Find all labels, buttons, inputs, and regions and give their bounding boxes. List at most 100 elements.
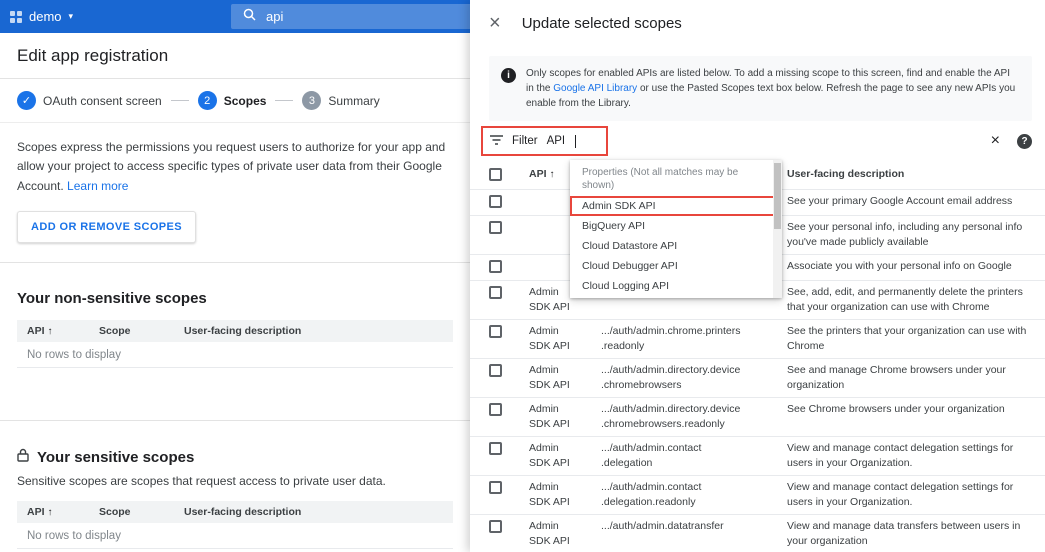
row-checkbox[interactable] bbox=[489, 195, 502, 208]
column-description: User-facing description bbox=[184, 506, 443, 518]
dropdown-item[interactable]: Cloud Datastore API bbox=[570, 236, 782, 256]
scope-description: Associate you with your personal info on… bbox=[779, 259, 1033, 274]
scope-line-2: .readonly bbox=[601, 339, 779, 354]
learn-more-link[interactable]: Learn more bbox=[67, 179, 128, 193]
lock-icon bbox=[17, 448, 29, 466]
scrollbar-thumb[interactable] bbox=[774, 163, 781, 229]
scope-description: View and manage contact delegation setti… bbox=[779, 441, 1033, 471]
clear-filter-icon[interactable]: × bbox=[991, 133, 1000, 149]
dropdown-item[interactable]: Admin SDK API bbox=[570, 196, 782, 216]
filter-input[interactable]: Filter API bbox=[481, 126, 608, 156]
row-checkbox[interactable] bbox=[489, 403, 502, 416]
row-checkbox[interactable] bbox=[489, 221, 502, 234]
step-summary[interactable]: 3 Summary bbox=[302, 91, 379, 110]
column-api[interactable]: API↑ bbox=[27, 506, 99, 518]
sensitive-scopes-table: API↑ Scope User-facing description No ro… bbox=[17, 501, 453, 549]
scope-api: Admin SDK API bbox=[529, 480, 601, 510]
scope-line-2: .chromebrowsers.readonly bbox=[601, 417, 779, 432]
column-scope: Scope bbox=[99, 325, 184, 337]
scope-description: See and manage Chrome browsers under you… bbox=[779, 363, 1033, 393]
select-all-checkbox[interactable] bbox=[489, 168, 502, 181]
filter-label: Filter bbox=[512, 135, 538, 147]
scope-value: .../auth/admin.datatransfer bbox=[601, 519, 779, 534]
scope-line-1: .../auth/admin.datatransfer bbox=[601, 519, 779, 534]
panel-title: Update selected scopes bbox=[522, 15, 682, 32]
step-done-check-icon: ✓ bbox=[17, 91, 36, 110]
scope-description: See, add, edit, and permanently delete t… bbox=[779, 285, 1033, 315]
row-checkbox[interactable] bbox=[489, 286, 502, 299]
scope-line-1: .../auth/admin.chrome.printers bbox=[601, 324, 779, 339]
dropdown-item[interactable]: Cloud Trace API bbox=[570, 296, 782, 298]
table-row: Admin SDK API .../auth/admin.chrome.prin… bbox=[470, 320, 1045, 359]
scope-description: See your personal info, including any pe… bbox=[779, 220, 1033, 250]
scope-value: .../auth/admin.chrome.printers .readonly bbox=[601, 324, 779, 354]
scope-line-1: .../auth/admin.directory.device bbox=[601, 363, 779, 378]
sort-ascending-icon: ↑ bbox=[550, 167, 555, 182]
divider bbox=[0, 420, 470, 421]
info-icon: i bbox=[501, 68, 516, 83]
row-checkbox[interactable] bbox=[489, 325, 502, 338]
step-oauth-consent-screen[interactable]: ✓ OAuth consent screen bbox=[17, 91, 162, 110]
screen: demo ▾ api Edit app registration ✓ OAuth… bbox=[0, 0, 1045, 552]
step-label: Scopes bbox=[224, 94, 267, 108]
table-header: API↑ Scope User-facing description bbox=[17, 320, 453, 342]
dropdown-item[interactable]: Cloud Debugger API bbox=[570, 256, 782, 276]
sensitive-scopes-title-text: Your sensitive scopes bbox=[37, 449, 194, 466]
intro-text: Scopes express the permissions you reque… bbox=[17, 138, 453, 196]
scope-line-1: .../auth/admin.directory.device bbox=[601, 402, 779, 417]
google-api-library-link[interactable]: Google API Library bbox=[553, 83, 637, 94]
table-row: Admin SDK API .../auth/admin.directory.d… bbox=[470, 359, 1045, 398]
dropdown-header: Properties (Not all matches may be shown… bbox=[570, 160, 782, 196]
column-description: User-facing description bbox=[779, 167, 1033, 182]
row-checkbox[interactable] bbox=[489, 481, 502, 494]
dropdown-item[interactable]: BigQuery API bbox=[570, 216, 782, 236]
dropdown-item[interactable]: Cloud Logging API bbox=[570, 276, 782, 296]
table-row: Admin SDK API .../auth/admin.directory.d… bbox=[470, 398, 1045, 437]
step-scopes[interactable]: 2 Scopes bbox=[198, 91, 267, 110]
sensitive-scopes-subtitle: Sensitive scopes are scopes that request… bbox=[17, 474, 453, 488]
filter-row: Filter API × ? bbox=[470, 121, 1045, 161]
page-title: Edit app registration bbox=[17, 46, 168, 66]
filter-icon bbox=[490, 132, 503, 150]
scope-line-1: .../auth/admin.contact bbox=[601, 480, 779, 495]
close-icon[interactable]: × bbox=[489, 13, 501, 33]
filter-dropdown-list: Admin SDK APIBigQuery APICloud Datastore… bbox=[570, 196, 782, 298]
dropdown-scrollbar[interactable] bbox=[773, 160, 782, 298]
chevron-down-icon: ▾ bbox=[69, 11, 74, 22]
scope-api: Admin SDK API bbox=[529, 402, 601, 432]
panel-header: × Update selected scopes bbox=[470, 0, 1045, 46]
row-checkbox[interactable] bbox=[489, 260, 502, 273]
project-picker[interactable]: demo ▾ bbox=[0, 9, 87, 24]
sort-ascending-icon: ↑ bbox=[48, 326, 53, 337]
scope-value: .../auth/admin.contact .delegation bbox=[601, 441, 779, 471]
scope-value: .../auth/admin.directory.device .chromeb… bbox=[601, 402, 779, 432]
sort-ascending-icon: ↑ bbox=[48, 507, 53, 518]
step-number: 3 bbox=[302, 91, 321, 110]
scope-api: Admin SDK API bbox=[529, 519, 601, 549]
scope-api: Admin SDK API bbox=[529, 363, 601, 393]
project-logo-icon bbox=[10, 11, 22, 23]
row-checkbox[interactable] bbox=[489, 442, 502, 455]
scope-api: Admin SDK API bbox=[529, 324, 601, 354]
column-api[interactable]: API↑ bbox=[27, 325, 99, 337]
table-row: Admin SDK API .../auth/admin.contact .de… bbox=[470, 476, 1045, 515]
step-number: 2 bbox=[198, 91, 217, 110]
empty-row: No rows to display bbox=[17, 342, 453, 368]
help-icon[interactable]: ? bbox=[1017, 134, 1032, 149]
scope-description: See your primary Google Account email ad… bbox=[779, 194, 1033, 209]
divider bbox=[0, 262, 470, 263]
row-checkbox[interactable] bbox=[489, 520, 502, 533]
step-divider bbox=[171, 100, 189, 101]
topbar: demo ▾ api bbox=[0, 0, 470, 33]
page-header: Edit app registration bbox=[0, 33, 470, 79]
row-checkbox[interactable] bbox=[489, 364, 502, 377]
scope-api: Admin SDK API bbox=[529, 441, 601, 471]
sensitive-scopes-title: Your sensitive scopes bbox=[17, 448, 453, 466]
scope-line-1: .../auth/admin.contact bbox=[601, 441, 779, 456]
search-input[interactable]: api bbox=[231, 4, 470, 29]
add-or-remove-scopes-button[interactable]: ADD OR REMOVE SCOPES bbox=[17, 211, 196, 243]
filter-actions: × ? bbox=[991, 133, 1032, 149]
empty-row: No rows to display bbox=[17, 523, 453, 549]
column-scope: Scope bbox=[99, 506, 184, 518]
filter-suggestions-dropdown: Properties (Not all matches may be shown… bbox=[570, 160, 782, 298]
